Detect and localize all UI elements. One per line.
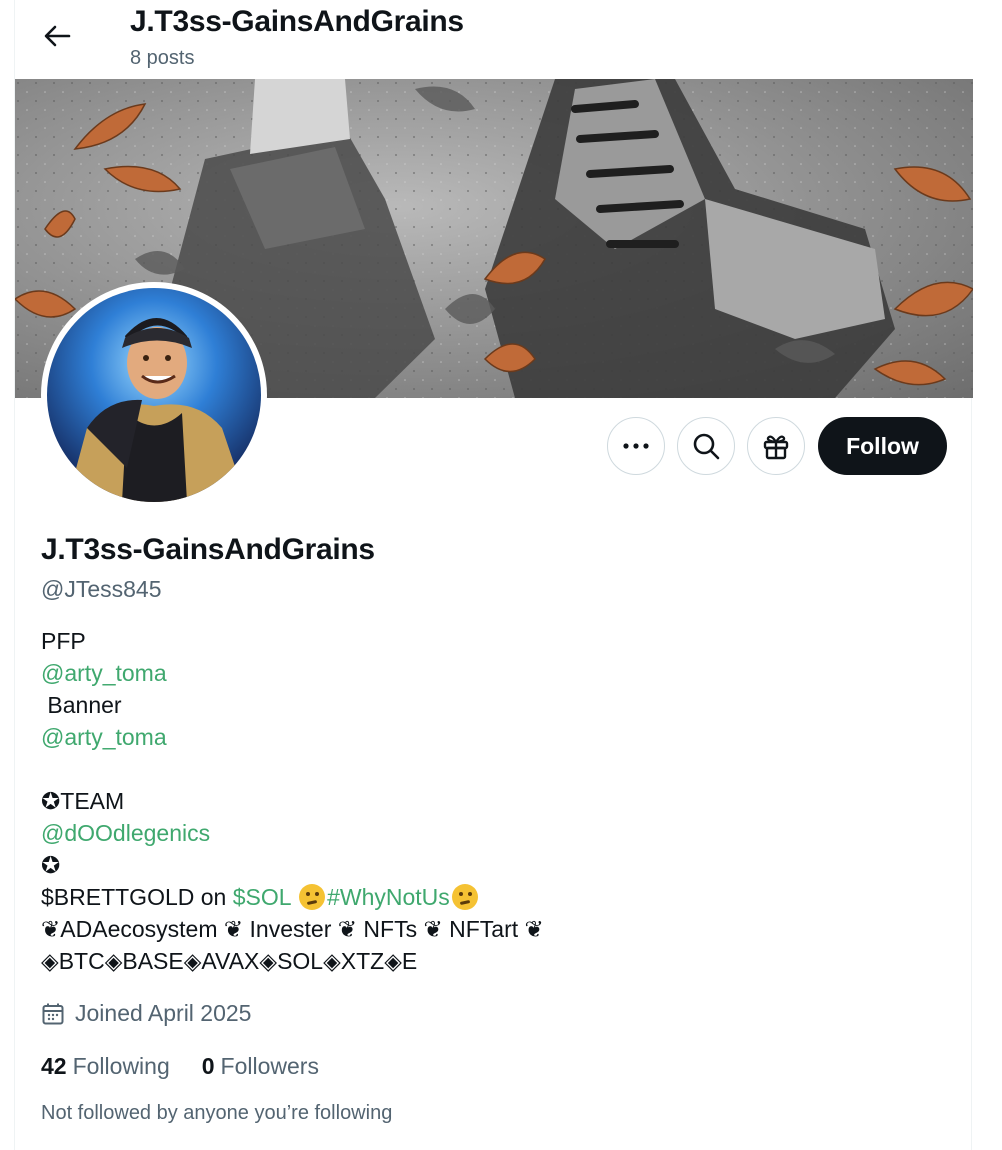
more-button[interactable] <box>607 417 665 475</box>
following-count: 42 <box>41 1053 67 1079</box>
brett-text: $BRETTGOLD on <box>41 884 233 910</box>
top-bar: J.T3ss-GainsAndGrains 8 posts <box>15 0 973 79</box>
header-name: J.T3ss-GainsAndGrains <box>130 5 464 38</box>
avatar-image <box>47 288 261 502</box>
search-button[interactable] <box>677 417 735 475</box>
follow-stats: 42 Following 0 Followers <box>41 1053 351 1080</box>
gift-button[interactable] <box>747 417 805 475</box>
followers-link[interactable]: 0 Followers <box>202 1053 319 1080</box>
profile-page: J.T3ss-GainsAndGrains 8 posts Follow J.T… <box>14 0 973 1150</box>
mention-link-banner[interactable]: @arty_toma <box>41 724 167 750</box>
bio: PFP @arty_toma Banner @arty_toma ✪TEAM @… <box>41 625 941 977</box>
thinking-face-emoji <box>299 884 326 910</box>
arrow-left-icon <box>44 25 71 47</box>
mutual-followers-note: Not followed by anyone you’re following <box>41 1102 393 1124</box>
gift-icon <box>763 435 789 460</box>
calendar-icon <box>42 1003 64 1024</box>
more-icon <box>623 443 649 449</box>
bio-pfp-label: PFP <box>41 628 86 654</box>
joined-date: Joined April 2025 <box>41 1000 251 1027</box>
avatar[interactable] <box>41 282 267 508</box>
back-button[interactable] <box>37 14 77 58</box>
follow-button[interactable]: Follow <box>818 417 947 475</box>
search-icon <box>693 433 720 460</box>
bio-team-label: ✪TEAM <box>41 788 125 814</box>
cashtag-link-sol[interactable]: $SOL <box>233 884 291 910</box>
user-handle: @JTess845 <box>41 576 162 602</box>
bio-interests: ❦ADAecosystem ❦ Invester ❦ NFTs ❦ NFTart… <box>41 916 544 942</box>
post-count: 8 posts <box>130 47 195 69</box>
bio-blank-line <box>41 753 941 785</box>
bio-brett-line: $BRETTGOLD on $SOL #WhyNotUs <box>41 881 941 913</box>
thinking-face-emoji <box>451 884 478 910</box>
mention-link-pfp[interactable]: @arty_toma <box>41 660 167 686</box>
following-label: Following <box>72 1053 170 1079</box>
followers-label: Followers <box>220 1053 319 1079</box>
hashtag-link[interactable]: #WhyNotUs <box>327 884 450 910</box>
following-link[interactable]: 42 Following <box>41 1053 170 1080</box>
joined-text: Joined April 2025 <box>75 1000 252 1026</box>
bio-chains: ◈BTC◈BASE◈AVAX◈SOL◈XTZ◈E <box>41 948 418 974</box>
mention-link-team[interactable]: @dOOdlegenics <box>41 820 210 846</box>
followers-count: 0 <box>201 1053 215 1079</box>
bio-banner-label: Banner <box>41 692 122 718</box>
bio-star: ✪ <box>41 852 61 878</box>
display-name: J.T3ss-GainsAndGrains <box>41 533 375 566</box>
